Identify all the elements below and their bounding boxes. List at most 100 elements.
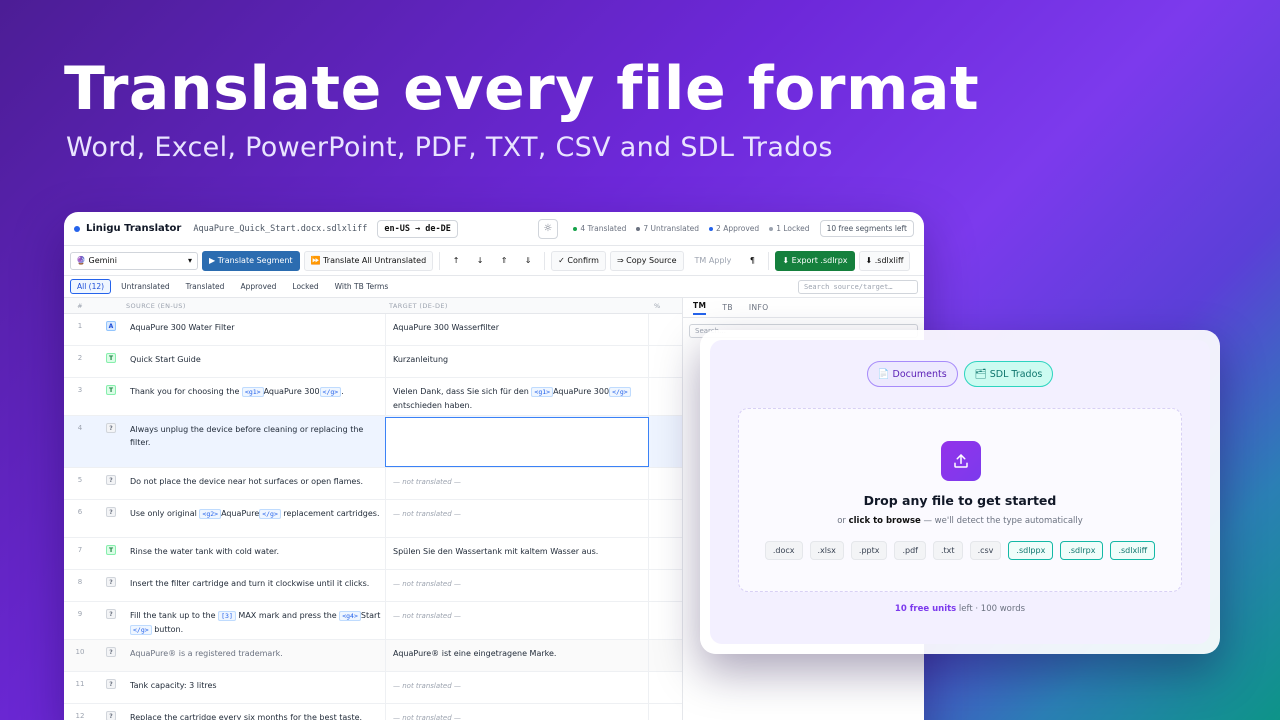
- target-cell[interactable]: Kurzanleitung: [385, 346, 648, 377]
- segment-row[interactable]: 4? Always unplug the device before cleani…: [64, 416, 682, 468]
- language-pair[interactable]: en-US → de-DE: [377, 219, 458, 238]
- col-num: #: [77, 301, 83, 310]
- ext-chip-sdl: .sdlppx: [1008, 541, 1054, 560]
- status-badge-icon: ?: [106, 647, 116, 657]
- free-units-count: 10 free units: [894, 604, 957, 614]
- engine-select[interactable]: 🔮 Gemini ▾: [70, 251, 198, 270]
- segment-row[interactable]: 3 T Thank you for choosing the <g1> AquaPur…: [64, 378, 682, 416]
- segment-text: Replace the cartridge every six months f…: [130, 713, 363, 720]
- ext-chip: .pptx: [850, 541, 888, 560]
- export-sdlrpx-button[interactable]: ⬇ Export .sdlrpx: [775, 250, 855, 271]
- segment-text: AquaPure 300 Water Filter: [130, 323, 235, 332]
- status-dot-icon: [573, 226, 578, 231]
- confirm-button[interactable]: ✓ Confirm: [551, 250, 606, 271]
- dropzone-or: or: [837, 516, 849, 526]
- arrow-down-double-icon[interactable]: ⇓: [518, 251, 538, 271]
- file-name: AquaPure_Quick_Start.docx.sdlxliff: [193, 223, 368, 234]
- filter-locked[interactable]: Locked: [286, 280, 324, 293]
- segment-text: AquaPure® ist eine eingetragene Marke.: [393, 649, 557, 658]
- segment-number: 7: [77, 546, 83, 554]
- file-dropzone[interactable]: Drop any file to get started or click to…: [738, 408, 1182, 592]
- not-translated-placeholder: — not translated —: [393, 714, 461, 720]
- target-cell[interactable]: AquaPure® ist eine eingetragene Marke.: [385, 640, 648, 671]
- tab-documents[interactable]: 📄 Documents: [866, 361, 958, 387]
- browse-link[interactable]: click to browse: [849, 516, 921, 526]
- segment-number: 12: [75, 712, 85, 720]
- segment-row[interactable]: 7 T Rinse the water tank with cold water. S…: [64, 538, 682, 570]
- segment-row[interactable]: 9? Fill the tank up to the [3] MAX mark a…: [64, 602, 682, 640]
- tab-tb[interactable]: TB: [722, 303, 733, 312]
- segment-text: Always unplug the device before cleaning…: [130, 425, 364, 447]
- tab-info[interactable]: INFO: [749, 303, 769, 312]
- translate-segment-button[interactable]: ▶ Translate Segment: [202, 250, 300, 271]
- target-cell[interactable]: — not translated —: [385, 704, 648, 720]
- target-cell[interactable]: — not translated —: [385, 672, 648, 703]
- match-percent-cell: [648, 314, 682, 345]
- target-cell[interactable]: — not translated —: [385, 602, 648, 639]
- stat-locked: 1 Locked: [769, 224, 810, 233]
- translate-all-button[interactable]: ⏩ Translate All Untranslated: [303, 250, 434, 271]
- grid-header: # SOURCE (EN-US) TARGET (DE-DE) %: [64, 298, 682, 314]
- segment-row[interactable]: 2 T Quick Start Guide Kurzanleitung: [64, 346, 682, 378]
- target-cell[interactable]: Vielen Dank, dass Sie sich für den <g1> A…: [385, 378, 648, 415]
- segment-status-cell: ?: [96, 704, 126, 720]
- copy-source-button[interactable]: ⇒ Copy Source: [609, 250, 684, 271]
- arrow-up-icon[interactable]: ↑: [446, 251, 466, 271]
- segment-stats: 4 Translated 7 Untranslated 2 Approved 1…: [573, 220, 914, 237]
- filter-untranslated[interactable]: Untranslated: [115, 280, 176, 293]
- filter-approved[interactable]: Approved: [234, 280, 282, 293]
- filter-translated[interactable]: Translated: [180, 280, 231, 293]
- dropzone-title: Drop any file to get started: [863, 493, 1057, 508]
- arrow-up-double-icon[interactable]: ⇑: [494, 251, 514, 271]
- segment-text: Quick Start Guide: [130, 355, 201, 364]
- download-sdlxliff-button[interactable]: ⬇ .sdlxliff: [858, 250, 911, 271]
- segment-row[interactable]: 11? Tank capacity: 3 litres — not translat…: [64, 672, 682, 704]
- status-badge-icon: ?: [106, 507, 116, 517]
- source-cell: Thank you for choosing the <g1> AquaPure …: [126, 378, 385, 415]
- segment-text: AquaPure: [221, 509, 260, 518]
- segment-number: 9: [77, 610, 83, 618]
- inline-tag: </g>: [609, 387, 631, 397]
- arrow-down-icon[interactable]: ↓: [470, 251, 490, 271]
- segment-row[interactable]: 1 A AquaPure 300 Water Filter AquaPure 300 …: [64, 314, 682, 346]
- upload-icon[interactable]: [941, 441, 981, 481]
- target-cell[interactable]: — not translated —: [385, 468, 648, 499]
- ext-chip: .pdf: [894, 541, 926, 560]
- side-tabs: TM TB INFO: [683, 298, 924, 318]
- segment-number: 1: [77, 322, 83, 330]
- target-editor[interactable]: [385, 417, 649, 467]
- segment-text: Spülen Sie den Wassertank mit kaltem Was…: [393, 547, 599, 556]
- theme-toggle-icon[interactable]: ☼: [537, 218, 558, 239]
- segment-row[interactable]: 5? Do not place the device near hot surfa…: [64, 468, 682, 500]
- target-cell[interactable]: Spülen Sie den Wassertank mit kaltem Was…: [385, 538, 648, 569]
- segment-text: AquaPure 300: [263, 387, 320, 396]
- upload-card-inner: 📄 Documents 🗂 SDL Trados Drop any file t…: [710, 340, 1210, 644]
- ext-chip: .txt: [933, 541, 963, 560]
- status-badge-icon: ?: [106, 679, 116, 689]
- target-cell[interactable]: — not translated —: [385, 500, 648, 537]
- file-type-tabs: 📄 Documents 🗂 SDL Trados: [710, 361, 1210, 387]
- stat-approved-label: 2 Approved: [716, 224, 760, 233]
- segment-number: 11: [75, 680, 85, 688]
- stat-untranslated: 7 Untranslated: [636, 224, 699, 233]
- tab-sdl-trados[interactable]: 🗂 SDL Trados: [963, 361, 1054, 387]
- target-cell[interactable]: AquaPure 300 Wasserfilter: [385, 314, 648, 345]
- free-units-rest: left · 100 words: [956, 604, 1026, 614]
- segment-row[interactable]: 12? Replace the cartridge every six month…: [64, 704, 682, 720]
- status-dot-icon: [636, 226, 641, 231]
- tm-apply-button[interactable]: TM Apply: [688, 251, 739, 271]
- status-badge-icon: ?: [106, 475, 116, 485]
- segment-grid: # SOURCE (EN-US) TARGET (DE-DE) % 1 A Aqua…: [64, 298, 682, 720]
- target-cell[interactable]: — not translated —: [385, 570, 648, 601]
- segment-search-input[interactable]: Search source/target…: [798, 279, 918, 294]
- pilcrow-icon[interactable]: ¶: [742, 251, 762, 271]
- segment-row[interactable]: 10? AquaPure® is a registered trademark. A…: [64, 640, 682, 672]
- source-cell: Use only original <g2> AquaPure </g> repla…: [126, 500, 385, 537]
- segment-row[interactable]: 6? Use only original <g2> AquaPure </g> rep…: [64, 500, 682, 538]
- tab-tm[interactable]: TM: [693, 301, 707, 315]
- filter-tb-terms[interactable]: With TB Terms: [329, 280, 395, 293]
- ext-chip-sdl: .sdlrpx: [1060, 541, 1104, 560]
- toolbar-divider: [768, 251, 770, 270]
- segment-row[interactable]: 8? Insert the filter cartridge and turn i…: [64, 570, 682, 602]
- filter-all[interactable]: All (12): [70, 279, 112, 294]
